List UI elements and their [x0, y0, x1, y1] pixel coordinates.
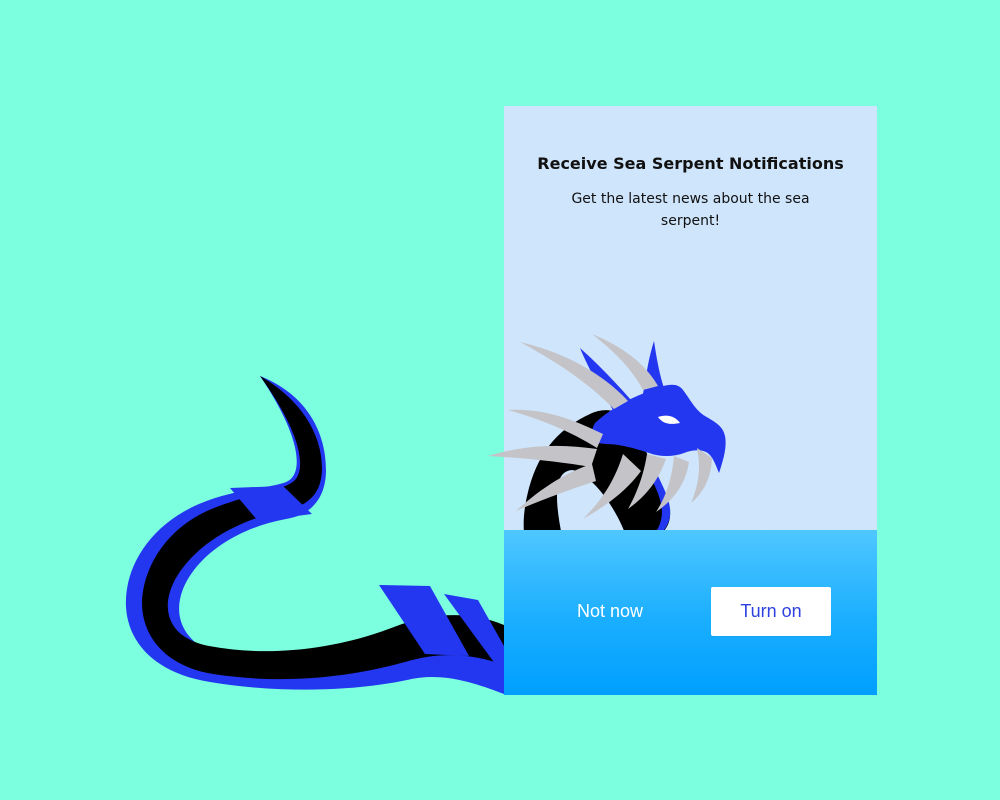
serpent-fin — [628, 454, 666, 509]
notification-scene: Receive Sea Serpent Notifications Get th… — [0, 0, 1000, 800]
serpent-horn — [643, 341, 664, 394]
notification-dialog: Receive Sea Serpent Notifications Get th… — [488, 106, 877, 695]
serpent-fin — [583, 454, 641, 519]
serpent-fin — [508, 409, 603, 448]
serpent-head — [591, 384, 726, 473]
serpent-tail-stripe — [230, 486, 312, 521]
serpent-tail-body — [142, 376, 504, 680]
dialog-title: Receive Sea Serpent Notifications — [537, 154, 844, 173]
serpent-horn — [580, 348, 631, 410]
serpent-fin — [691, 448, 712, 503]
sea-serpent-head-icon — [488, 334, 726, 536]
serpent-fin — [488, 445, 597, 467]
serpent-fin — [520, 342, 628, 409]
serpent-tail-stripe — [379, 585, 469, 656]
serpent-neck — [523, 410, 671, 536]
not-now-button[interactable]: Not now — [558, 596, 662, 626]
serpent-fin — [516, 464, 596, 511]
serpent-tail-shadow — [125, 376, 504, 694]
serpent-tail-stripe — [444, 594, 504, 676]
dialog-message: Get the latest news about the sea serpen… — [571, 191, 810, 229]
turn-on-button[interactable]: Turn on — [711, 587, 831, 636]
serpent-fin — [656, 456, 689, 512]
serpent-eye — [658, 415, 680, 424]
serpent-fin — [592, 334, 658, 390]
serpent-neck-accent — [651, 476, 671, 530]
dialog-action-bar: Not now Turn on — [504, 530, 877, 695]
